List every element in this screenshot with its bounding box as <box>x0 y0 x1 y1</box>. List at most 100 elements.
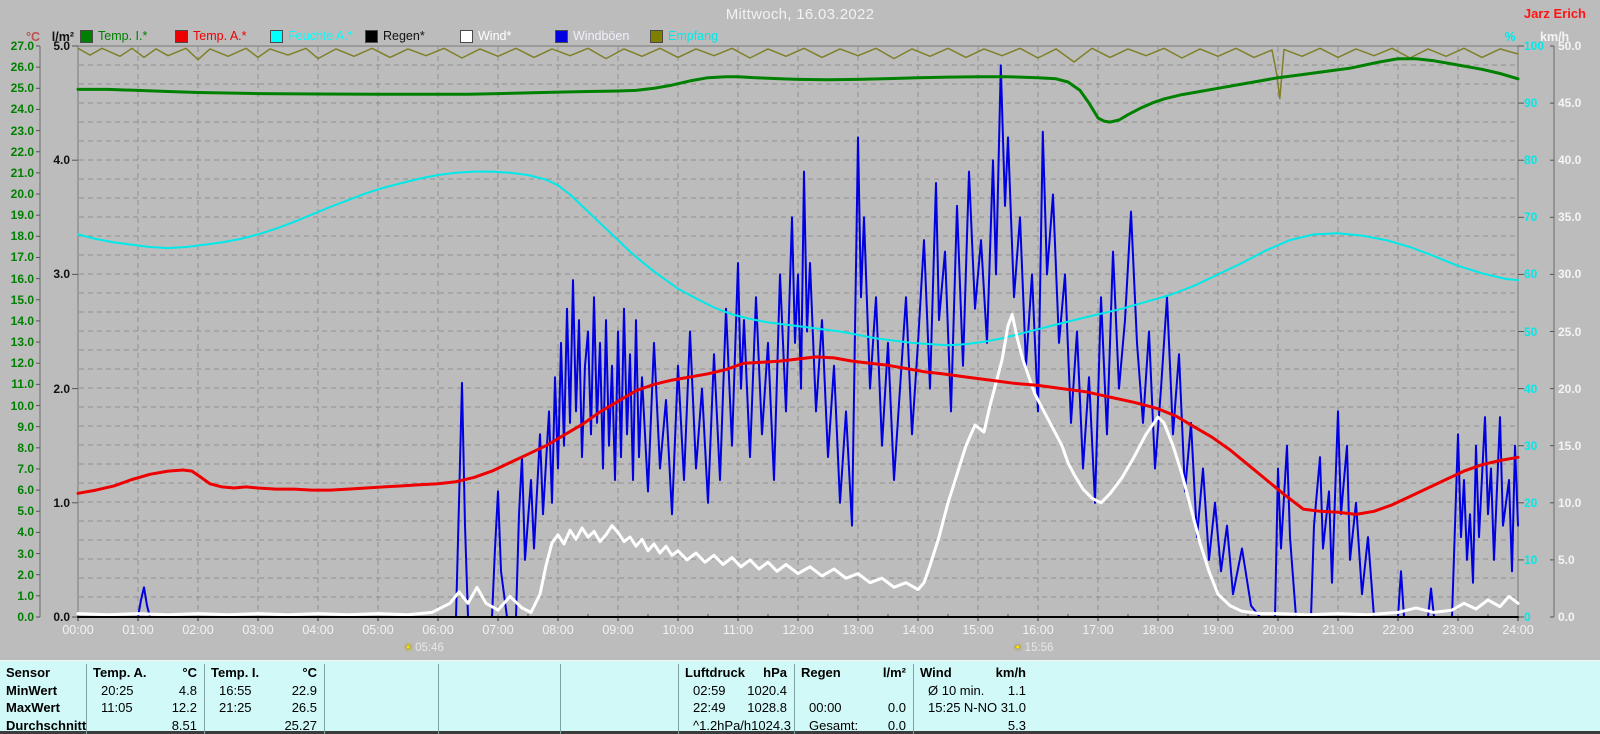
sunrise-marker: ☀ 05:46 <box>403 641 444 654</box>
x-axis-tick-label: 24:00 <box>1496 623 1540 637</box>
axis-tick-label: 2.0 <box>10 382 70 396</box>
axis-tick-label: 30.0 <box>1558 267 1581 281</box>
axis-tick-label: 7.0 <box>0 462 34 476</box>
axis-tick-label: 30 <box>1524 439 1537 453</box>
axis-tick-label: 4.0 <box>0 525 34 539</box>
axis-tick-label: 3.0 <box>0 547 34 561</box>
table-corner: Sensor <box>0 664 86 682</box>
axis-tick-label: 45.0 <box>1558 96 1581 110</box>
x-axis-tick-label: 14:00 <box>896 623 940 637</box>
x-axis-tick-label: 11:00 <box>716 623 760 637</box>
table-filler <box>1033 682 1600 700</box>
x-axis-tick-label: 15:00 <box>956 623 1000 637</box>
axis-tick-label: 40 <box>1524 382 1537 396</box>
stat-row-label: Durchschnitt <box>0 717 86 734</box>
axis-tick-label: 0 <box>1524 610 1531 624</box>
stat-cell <box>794 682 913 700</box>
axis-tick-label: 17.0 <box>0 250 34 264</box>
axis-tick-label: 20 <box>1524 496 1537 510</box>
x-axis-tick-label: 19:00 <box>1196 623 1240 637</box>
axis-tick-label: 21.0 <box>0 166 34 180</box>
axis-tick-label: 20.0 <box>0 187 34 201</box>
x-axis-tick-label: 00:00 <box>56 623 100 637</box>
axis-tick-label: 50.0 <box>1558 39 1581 53</box>
plot-canvas[interactable] <box>0 0 1600 662</box>
axis-tick-label: 3.0 <box>10 267 70 281</box>
axis-tick-label: 1.0 <box>10 496 70 510</box>
axis-tick-label: 100 <box>1524 39 1544 53</box>
x-axis-tick-label: 23:00 <box>1436 623 1480 637</box>
x-axis-tick-label: 16:00 <box>1016 623 1060 637</box>
stat-cell: 11:0512.2 <box>86 699 204 717</box>
stat-cell <box>324 699 438 717</box>
stat-col-header: Windkm/h <box>913 664 1033 682</box>
table-filler <box>1033 664 1600 682</box>
axis-tick-label: 50 <box>1524 325 1537 339</box>
stat-cell: 15:25N-NO 31.0 <box>913 699 1033 717</box>
axis-tick-label: 35.0 <box>1558 210 1581 224</box>
table-filler <box>1033 699 1600 717</box>
stat-cell <box>560 699 678 717</box>
axis-tick-label: 10.0 <box>0 399 34 413</box>
x-axis-tick-label: 07:00 <box>476 623 520 637</box>
stat-cell: Gesamt:0.0 <box>794 717 913 734</box>
stat-cell <box>438 699 560 717</box>
axis-tick-label: 8.0 <box>0 441 34 455</box>
axis-tick-label: 26.0 <box>0 60 34 74</box>
stat-row-label: MinWert <box>0 682 86 700</box>
stat-col-header <box>324 664 438 682</box>
x-axis-tick-label: 18:00 <box>1136 623 1180 637</box>
x-axis-tick-label: 17:00 <box>1076 623 1120 637</box>
stats-grid: SensorTemp. A.°CTemp. I.°CLuftdruckhPaRe… <box>0 661 1600 734</box>
axis-tick-label: 10 <box>1524 553 1537 567</box>
stat-cell <box>560 682 678 700</box>
axis-tick-label: 13.0 <box>0 335 34 349</box>
stat-cell: 8.51 <box>86 717 204 734</box>
stat-cell <box>438 682 560 700</box>
stat-col-header <box>438 664 560 682</box>
stat-cell: ^1.2hPa/h1024.3 <box>678 717 794 734</box>
axis-tick-label: 70 <box>1524 210 1537 224</box>
stat-cell: Ø 10 min.1.1 <box>913 682 1033 700</box>
axis-tick-label: 10.0 <box>1558 496 1581 510</box>
stat-col-header <box>560 664 678 682</box>
stat-cell <box>560 717 678 734</box>
axis-tick-label: 5.0 <box>1558 553 1575 567</box>
axis-tick-label: 0.0 <box>10 610 70 624</box>
axis-tick-label: 18.0 <box>0 229 34 243</box>
stat-cell <box>324 682 438 700</box>
stat-cell <box>438 717 560 734</box>
x-axis-tick-label: 02:00 <box>176 623 220 637</box>
stat-col-header: LuftdruckhPa <box>678 664 794 682</box>
stat-col-header: Regenl/m² <box>794 664 913 682</box>
axis-tick-label: 0.0 <box>1558 610 1575 624</box>
x-axis-tick-label: 22:00 <box>1376 623 1420 637</box>
axis-tick-label: 1.0 <box>0 589 34 603</box>
stat-cell: 02:591020.4 <box>678 682 794 700</box>
axis-tick-label: 15.0 <box>1558 439 1581 453</box>
axis-tick-label: 4.0 <box>10 153 70 167</box>
axis-tick-label: 90 <box>1524 96 1537 110</box>
stat-col-header: Temp. I.°C <box>204 664 324 682</box>
stat-row-label: MaxWert <box>0 699 86 717</box>
sunset-icon: ☀ <box>1013 641 1023 654</box>
stat-cell: 20:254.8 <box>86 682 204 700</box>
axis-tick-label: 24.0 <box>0 102 34 116</box>
axis-tick-label: 14.0 <box>0 314 34 328</box>
sunrise-time: 05:46 <box>415 642 444 654</box>
sunset-marker: ☀ 15:56 <box>1013 641 1054 654</box>
x-axis-tick-label: 05:00 <box>356 623 400 637</box>
stat-cell <box>324 717 438 734</box>
x-axis-tick-label: 08:00 <box>536 623 580 637</box>
axis-tick-label: 2.0 <box>0 568 34 582</box>
x-axis-tick-label: 10:00 <box>656 623 700 637</box>
axis-tick-label: 80 <box>1524 153 1537 167</box>
x-axis-tick-label: 06:00 <box>416 623 460 637</box>
axis-tick-label: 12.0 <box>0 356 34 370</box>
axis-tick-label: 40.0 <box>1558 153 1581 167</box>
x-axis-tick-label: 01:00 <box>116 623 160 637</box>
stat-cell: 16:5522.9 <box>204 682 324 700</box>
sunrise-icon: ☀ <box>403 641 413 654</box>
stat-cell: 21:2526.5 <box>204 699 324 717</box>
axis-tick-label: 23.0 <box>0 124 34 138</box>
